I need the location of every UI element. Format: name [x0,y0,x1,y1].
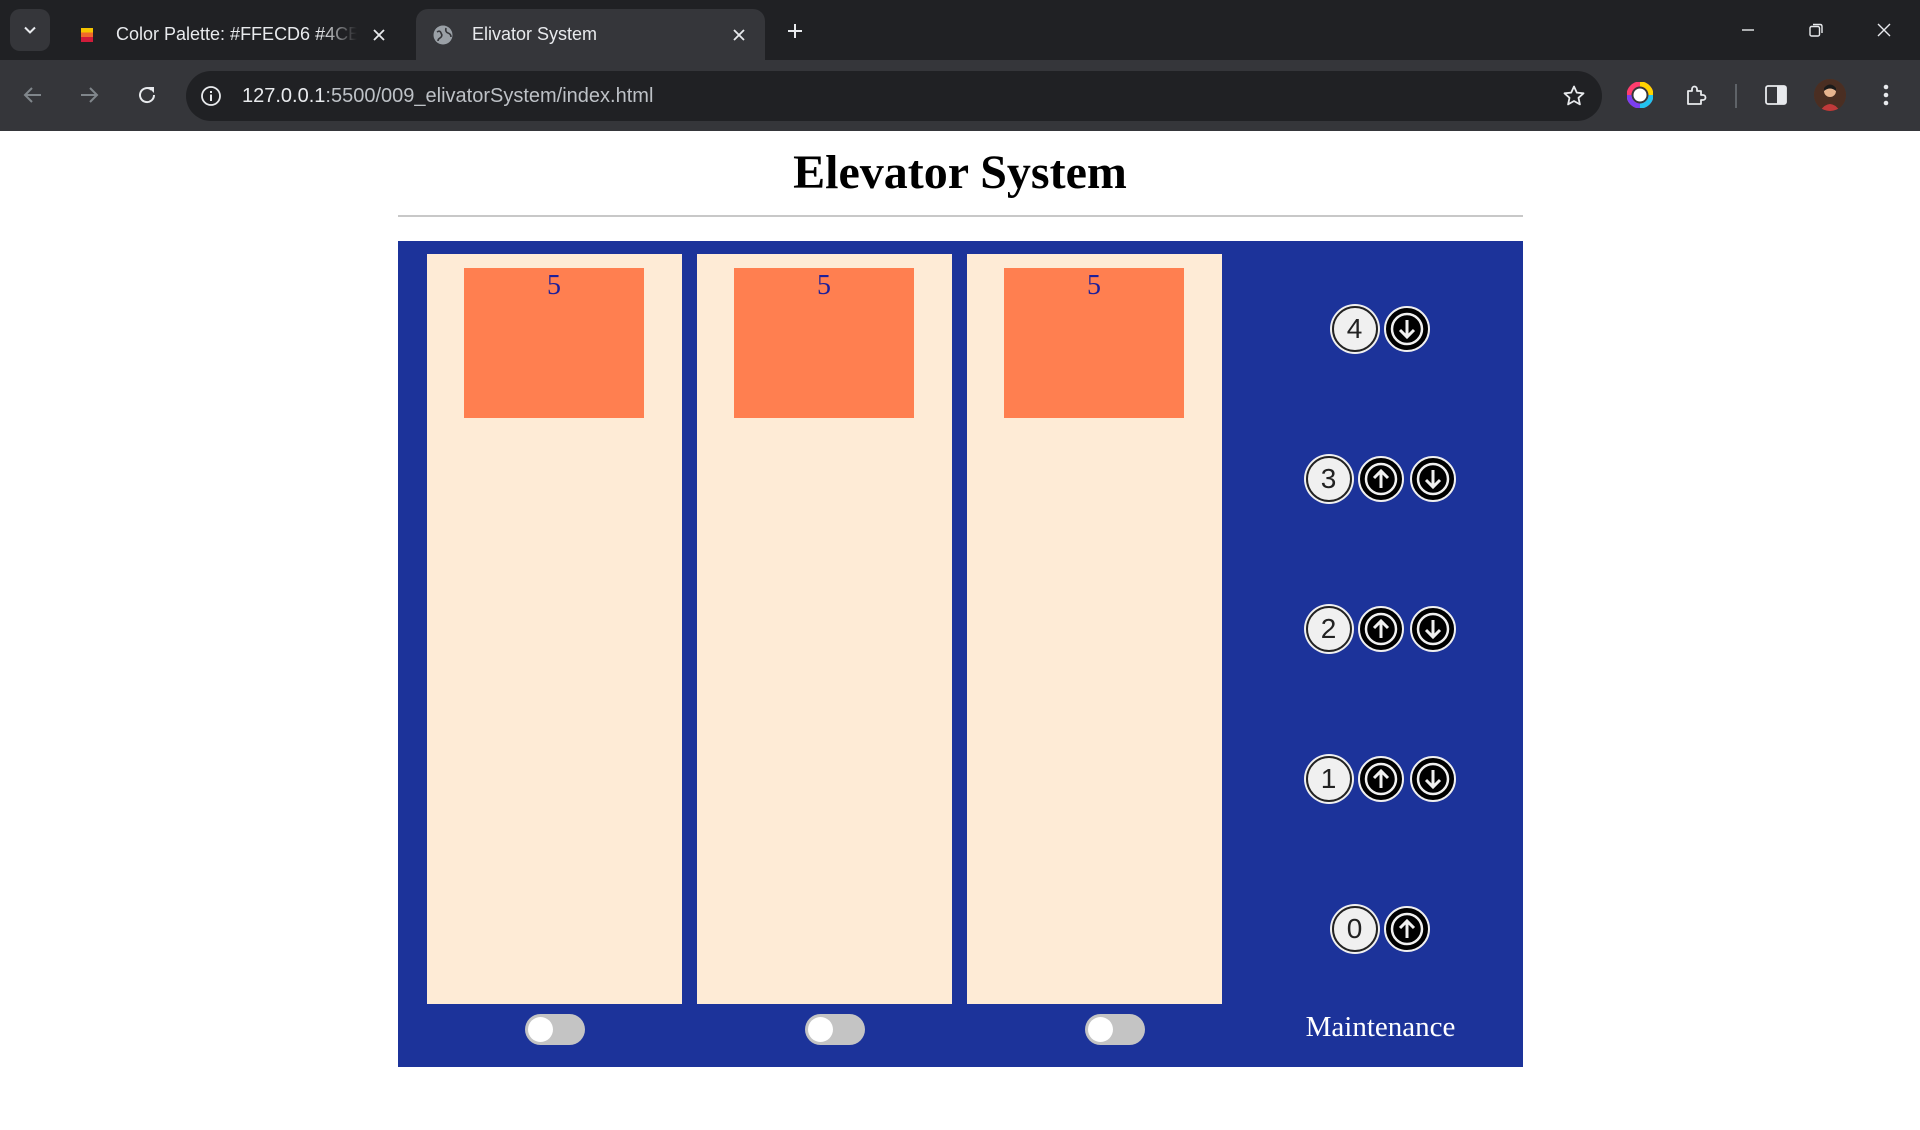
tab-strip: Color Palette: #FFECD6 #4CB9E7 Elivator … [0,0,1920,60]
globe-icon [432,24,454,46]
side-panel-icon[interactable] [1758,77,1794,113]
extensions-puzzle-icon[interactable] [1678,77,1714,113]
url-path: :5500/009_elivatorSystem/index.html [325,84,654,107]
color-extension-icon[interactable] [1622,77,1658,113]
restore-button[interactable] [1793,12,1839,48]
elevator-car: 5 [464,268,644,418]
tab-search-button[interactable] [10,9,50,51]
elevator-building: 5 5 5 4 3 2 1 0 Maintenance [398,241,1523,1067]
restore-icon [1809,23,1823,37]
forward-button[interactable] [70,76,108,114]
close-icon[interactable] [367,23,391,47]
title-divider [398,215,1523,217]
floor-number: 3 [1305,456,1352,502]
call-down-button[interactable] [1409,756,1456,802]
arrow-up-icon [1364,762,1397,796]
floor-panel-2: 2 [1238,603,1523,655]
elevator-car: 5 [734,268,914,418]
toolbar-divider [1735,84,1737,108]
toggle-knob [528,1017,553,1042]
close-window-button[interactable] [1861,12,1907,48]
tab-title: Color Palette: #FFECD6 #4CB9E7 [116,24,357,44]
maintenance-label: Maintenance [1305,1011,1456,1043]
minimize-button[interactable] [1725,12,1771,48]
address-bar[interactable]: 127.0.0.1:5500/009_elivatorSystem/index.… [186,71,1602,121]
arrow-left-icon [23,87,41,103]
arrow-up-icon [1364,612,1397,646]
reload-button[interactable] [128,76,166,114]
arrow-down-icon [1416,462,1449,496]
floor-panel-4: 4 [1238,303,1523,355]
car-floor-indicator: 5 [547,270,561,301]
info-icon [201,86,221,106]
arrow-up-icon [1390,912,1423,946]
new-tab-button[interactable] [780,16,810,46]
maintenance-toggle[interactable] [525,1014,585,1045]
minimize-icon [1742,29,1754,31]
page-content: Elevator System 5 5 5 4 3 2 1 0 Maintena… [0,131,1920,1130]
floor-number: 4 [1331,306,1378,352]
url-text[interactable]: 127.0.0.1:5500/009_elivatorSystem/index.… [242,85,653,108]
profile-avatar[interactable] [1814,79,1846,111]
floor-number: 1 [1305,756,1352,802]
toggle-knob [808,1017,833,1042]
call-up-button[interactable] [1357,756,1404,802]
tab-elevator-system[interactable]: Elivator System [416,9,765,60]
site-info-button[interactable] [186,71,236,121]
call-down-button[interactable] [1409,606,1456,652]
floor-number: 2 [1305,606,1352,652]
page-title: Elevator System [793,146,1127,199]
call-up-button[interactable] [1383,906,1430,952]
call-up-button[interactable] [1357,456,1404,502]
close-icon [1877,23,1891,37]
url-host: 127.0.0.1 [242,84,326,107]
car-floor-indicator: 5 [1087,270,1101,301]
floor-panel-3: 3 [1238,453,1523,505]
floor-panel-1: 1 [1238,753,1523,805]
arrow-down-icon [1416,762,1449,796]
chevron-down-icon [24,26,36,34]
call-down-button[interactable] [1383,306,1430,352]
car-floor-indicator: 5 [817,270,831,301]
floor-number: 0 [1331,906,1378,952]
close-icon[interactable] [727,23,751,47]
palette-favicon-icon [76,24,98,46]
elevator-shaft: 5 [427,254,682,1004]
back-button[interactable] [14,76,52,114]
browser-toolbar: 127.0.0.1:5500/009_elivatorSystem/index.… [0,60,1920,131]
reload-icon [139,87,156,104]
tab-title: Elivator System [472,24,598,44]
arrow-down-icon [1416,612,1449,646]
maintenance-toggle[interactable] [805,1014,865,1045]
call-down-button[interactable] [1409,456,1456,502]
bookmark-star-icon[interactable] [1562,84,1586,108]
elevator-car: 5 [1004,268,1184,418]
elevator-shaft: 5 [697,254,952,1004]
arrow-right-icon [81,87,99,103]
arrow-up-icon [1364,462,1397,496]
tab-color-palette[interactable]: Color Palette: #FFECD6 #4CB9E7 [60,9,405,60]
call-up-button[interactable] [1357,606,1404,652]
more-menu-icon[interactable] [1868,77,1904,113]
plus-icon [788,24,802,38]
toggle-knob [1088,1017,1113,1042]
floor-panel-0: 0 [1238,903,1523,955]
maintenance-toggle[interactable] [1085,1014,1145,1045]
arrow-down-icon [1390,312,1423,346]
elevator-shaft: 5 [967,254,1222,1004]
